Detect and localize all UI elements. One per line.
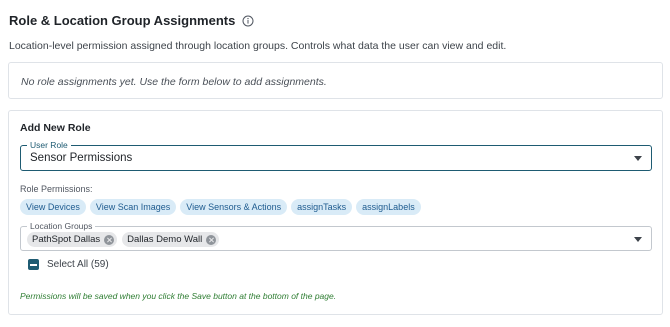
location-groups-select[interactable]: Location Groups PathSpot Dallas Dallas D… (20, 221, 652, 251)
location-chip-label: Dallas Demo Wall (127, 234, 203, 245)
assignments-list: No role assignments yet. Use the form be… (8, 62, 663, 99)
section-title: Role & Location Group Assignments (9, 13, 236, 28)
chevron-down-icon[interactable] (634, 237, 642, 242)
selected-location-groups: PathSpot Dallas Dallas Demo Wall (27, 232, 220, 247)
role-permissions-label: Role Permissions: (20, 184, 93, 194)
permission-chip: View Devices (20, 199, 86, 215)
add-role-card: Add New Role User Role Sensor Permission… (8, 110, 663, 315)
location-chip-label: PathSpot Dallas (32, 234, 101, 245)
role-permissions-chips: View Devices View Scan Images View Senso… (20, 199, 421, 215)
section-description: Location-level permission assigned throu… (9, 40, 507, 52)
user-role-select[interactable]: User Role Sensor Permissions (20, 140, 652, 171)
location-chip: PathSpot Dallas (27, 232, 118, 247)
select-all-checkbox[interactable]: Select All (59) (28, 259, 109, 270)
permission-chip: assignTasks (291, 199, 353, 215)
save-note: Permissions will be saved when you click… (20, 291, 337, 301)
chevron-down-icon[interactable] (634, 156, 642, 161)
select-all-label: Select All (59) (47, 259, 109, 270)
remove-chip-icon[interactable] (104, 234, 115, 245)
location-chip: Dallas Demo Wall (122, 232, 220, 247)
section-header: Role & Location Group Assignments (9, 13, 254, 28)
remove-chip-icon[interactable] (206, 234, 217, 245)
permission-chip: assignLabels (356, 199, 421, 215)
add-role-title: Add New Role (20, 122, 91, 134)
info-circle-icon[interactable] (242, 15, 254, 27)
user-role-value: Sensor Permissions (30, 152, 133, 164)
empty-message: No role assignments yet. Use the form be… (21, 76, 327, 88)
indeterminate-checkbox-icon[interactable] (28, 259, 39, 270)
permission-chip: View Scan Images (89, 199, 177, 215)
location-groups-label: Location Groups (27, 221, 96, 231)
permission-chip: View Sensors & Actions (180, 199, 288, 215)
user-role-label: User Role (27, 140, 71, 150)
